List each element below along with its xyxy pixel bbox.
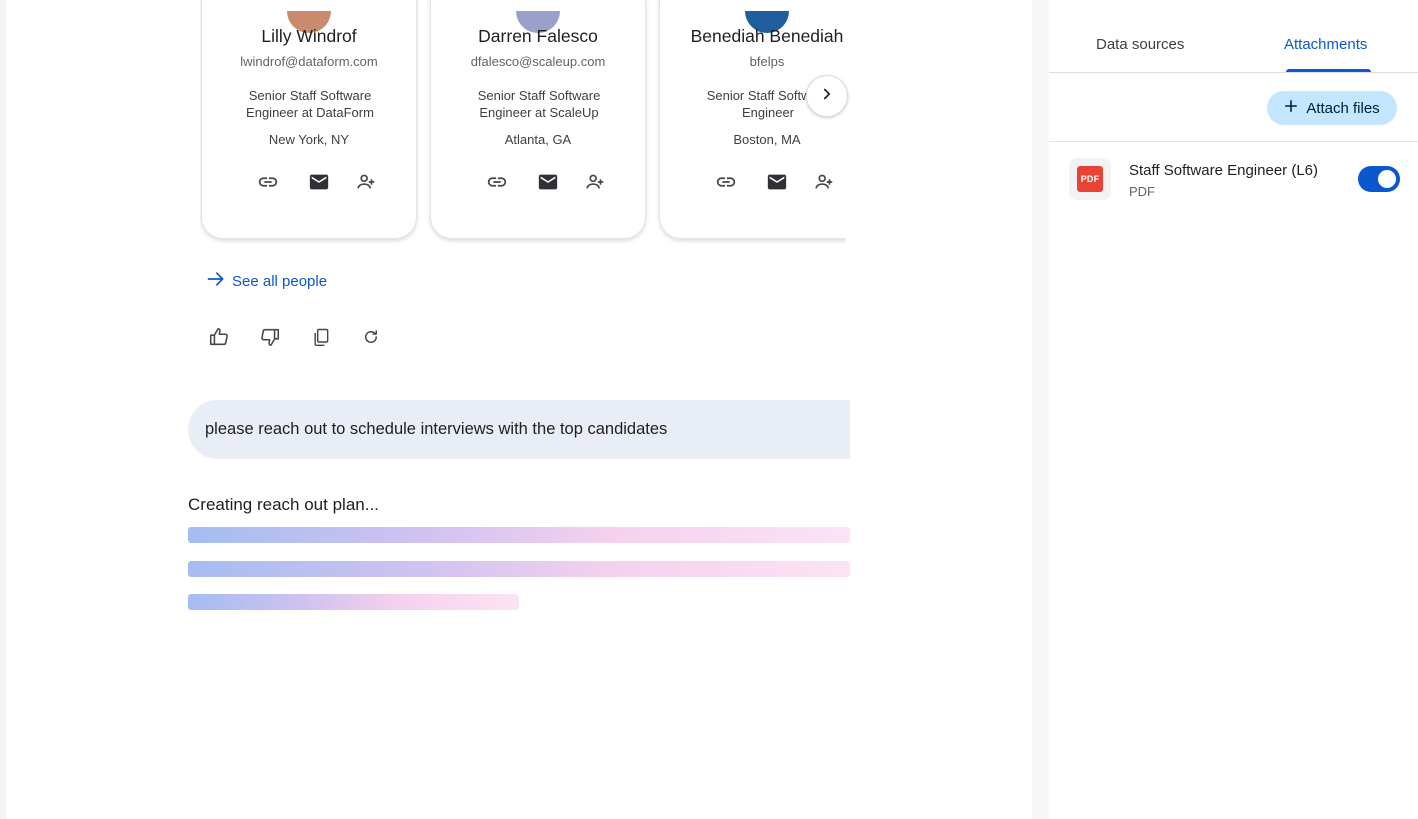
user-prompt-bubble: please reach out to schedule interviews … [188, 400, 850, 459]
person-card[interactable]: Lilly Windrof lwindrof@dataform.com Seni… [201, 0, 417, 239]
person-location: Boston, MA [733, 132, 801, 147]
mail-icon[interactable] [308, 171, 330, 193]
person-email: bfelps [749, 54, 785, 69]
pdf-icon: PDF [1069, 158, 1111, 200]
person-add-icon[interactable] [584, 171, 606, 193]
tab-data-sources[interactable]: Data sources [1096, 36, 1184, 53]
person-email: lwindrof@dataform.com [240, 54, 378, 69]
person-role: Senior Staff Software Engineer at ScaleU… [477, 88, 601, 120]
person-name: Benediah Benediah [690, 26, 844, 46]
link-icon[interactable] [257, 171, 279, 193]
thumb-up-icon[interactable] [206, 324, 232, 350]
chevron-right-icon [818, 85, 836, 108]
person-name: Lilly Windrof [261, 26, 357, 46]
loading-bar [188, 594, 519, 610]
person-location: New York, NY [268, 132, 350, 147]
plus-icon [1284, 99, 1298, 117]
attach-files-button[interactable]: Attach files [1267, 91, 1397, 125]
person-role: Senior Staff Software Engineer at DataFo… [246, 88, 374, 120]
attachment-type: PDF [1129, 184, 1155, 199]
mail-icon[interactable] [766, 171, 788, 193]
mail-icon[interactable] [537, 171, 559, 193]
person-card[interactable]: Darren Falesco dfalesco@scaleup.com Seni… [430, 0, 646, 239]
tabs-divider [1049, 72, 1418, 73]
attach-files-label: Attach files [1306, 99, 1380, 117]
attachments-panel: Data sources Attachments Attach files PD… [1049, 0, 1418, 819]
carousel-next-button[interactable] [806, 75, 848, 117]
divider [1049, 141, 1418, 142]
link-icon[interactable] [715, 171, 737, 193]
toggle-knob [1378, 170, 1396, 188]
link-icon[interactable] [486, 171, 508, 193]
tab-attachments[interactable]: Attachments [1284, 36, 1367, 53]
thumb-down-icon[interactable] [257, 324, 283, 350]
card-actions [431, 171, 645, 195]
person-name: Darren Falesco [478, 26, 598, 46]
copy-icon[interactable] [308, 324, 334, 350]
pdf-badge: PDF [1077, 166, 1103, 192]
attachment-item[interactable]: PDF Staff Software Engineer (L6) PDF [1069, 158, 1404, 202]
person-location: Atlanta, GA [504, 132, 572, 147]
person-add-icon[interactable] [355, 171, 377, 193]
card-actions [202, 171, 416, 195]
arrow-right-icon [206, 269, 226, 293]
person-email: dfalesco@scaleup.com [470, 54, 606, 69]
status-text: Creating reach out plan... [188, 495, 379, 514]
user-prompt-text: please reach out to schedule interviews … [205, 420, 668, 438]
see-all-label: See all people [232, 272, 328, 290]
loading-bar [188, 561, 850, 577]
card-actions [660, 171, 846, 195]
attachment-toggle[interactable] [1358, 166, 1400, 192]
person-card[interactable]: Benediah Benediah bfelps Senior Staff So… [659, 0, 846, 239]
chat-main: Lilly Windrof lwindrof@dataform.com Seni… [0, 0, 1032, 819]
left-edge [0, 0, 6, 819]
loading-bar [188, 527, 850, 543]
see-all-people-link[interactable]: See all people [206, 270, 327, 292]
people-carousel: Lilly Windrof lwindrof@dataform.com Seni… [200, 0, 846, 245]
refresh-icon[interactable] [358, 324, 384, 350]
person-add-icon[interactable] [813, 171, 835, 193]
attachment-name: Staff Software Engineer (L6) [1129, 162, 1318, 179]
panel-separator [1032, 0, 1048, 819]
